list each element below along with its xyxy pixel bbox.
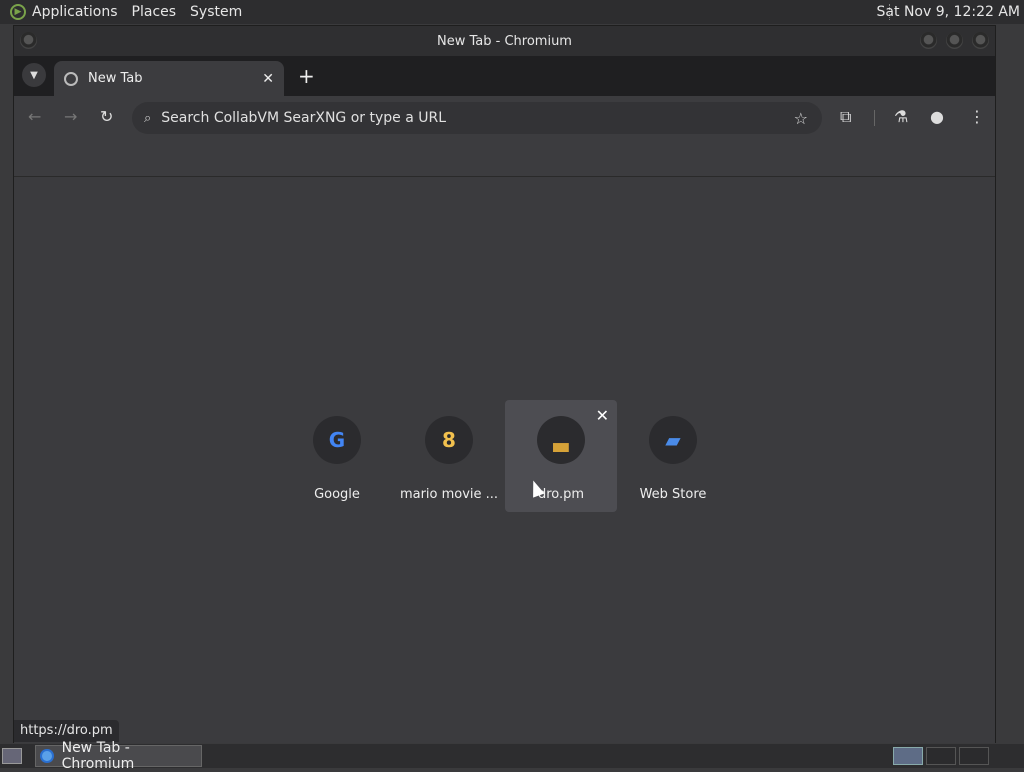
bookmarks-bar (14, 140, 995, 177)
clock[interactable]: Sat Nov 9, 12:22 AM (877, 0, 1020, 24)
browser-window: New Tab - Chromium ▼ New Tab ✕ + ← → ↻ ⌕… (13, 25, 996, 743)
workspace-1[interactable] (893, 747, 923, 765)
web-store-icon: ▰ (649, 416, 697, 464)
toolbar: ← → ↻ ⌕ Search CollabVM SearXNG or type … (14, 96, 995, 140)
dro-pm-icon: ▃ (537, 416, 585, 464)
new-tab-page: G Google 8 mario movie ... ✕ ▃ dro.pm ▰ … (14, 177, 995, 743)
chromium-icon (40, 749, 54, 763)
system-menu[interactable]: System (190, 4, 242, 20)
shortcut-label: mario movie ... (399, 487, 499, 502)
chevron-down-icon: ▼ (30, 69, 38, 81)
panel-menu: Applications Places System (26, 0, 242, 24)
window-menu-button[interactable] (20, 32, 37, 49)
new-tab-button[interactable]: + (298, 64, 315, 88)
search-icon: ⌕ (144, 110, 152, 126)
tab-search-button[interactable]: ▼ (22, 63, 46, 87)
shortcut-google[interactable]: G Google (281, 400, 393, 512)
reload-button[interactable]: ↻ (100, 107, 113, 126)
window-title: New Tab - Chromium (437, 33, 572, 49)
bookmark-star-icon[interactable]: ☆ (794, 109, 808, 128)
bottom-panel: New Tab - Chromium (0, 740, 1024, 772)
toolbar-separator (874, 110, 875, 126)
applications-menu[interactable]: Applications (32, 4, 118, 20)
shortcut-label: dro.pm (537, 487, 585, 502)
tab-close-icon[interactable]: ✕ (262, 71, 274, 87)
tab-strip: ▼ New Tab ✕ + (14, 56, 995, 96)
google-icon: G (313, 416, 361, 464)
shortcut-mario-movie[interactable]: 8 mario movie ... (393, 400, 505, 512)
shortcut-label: Web Store (639, 487, 707, 502)
globe-icon (64, 71, 78, 86)
labs-icon[interactable]: ⚗ (894, 107, 908, 126)
workspace-2[interactable] (926, 747, 956, 765)
top-panel: ▶ Applications Places System Sat Nov 9, … (0, 0, 1024, 24)
close-icon[interactable]: ✕ (596, 406, 609, 425)
minimize-button[interactable] (920, 32, 937, 49)
omnibox[interactable]: ⌕ Search CollabVM SearXNG or type a URL … (132, 102, 822, 134)
shortcut-label: Google (314, 487, 360, 502)
profile-icon[interactable]: ● (930, 107, 944, 126)
show-desktop-icon[interactable] (2, 748, 22, 764)
close-window-button[interactable] (972, 32, 989, 49)
taskbar-item-chromium[interactable]: New Tab - Chromium (35, 740, 202, 772)
shortcut-dro-pm[interactable]: ✕ ▃ dro.pm (505, 400, 617, 512)
shortcut-web-store[interactable]: ▰ Web Store (617, 400, 729, 512)
mario-site-icon: 8 (425, 416, 473, 464)
status-bubble: https://dro.pm (14, 720, 119, 742)
distro-logo-icon[interactable]: ▶ (10, 4, 26, 20)
extensions-icon[interactable]: ⧉ (840, 107, 851, 127)
omnibox-placeholder[interactable]: Search CollabVM SearXNG or type a URL (161, 110, 446, 126)
back-button[interactable]: ← (28, 107, 41, 126)
menu-icon[interactable]: ⋮ (969, 107, 985, 126)
workspace-3[interactable] (959, 747, 989, 765)
places-menu[interactable]: Places (132, 4, 177, 20)
forward-button[interactable]: → (64, 107, 77, 126)
tab-title: New Tab (88, 71, 143, 86)
tab-new-tab[interactable]: New Tab ✕ (54, 61, 284, 96)
taskbar-item-label: New Tab - Chromium (61, 740, 135, 772)
window-titlebar[interactable]: New Tab - Chromium (14, 26, 995, 56)
maximize-button[interactable] (946, 32, 963, 49)
